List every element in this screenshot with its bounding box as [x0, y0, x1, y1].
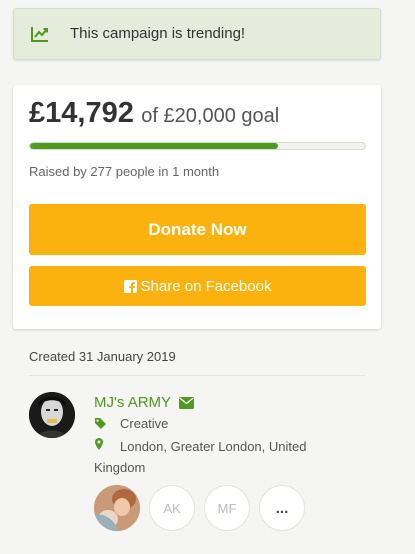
- organizer-avatar[interactable]: [29, 392, 75, 438]
- supporter-avatar[interactable]: MF: [204, 485, 250, 531]
- trending-up-icon: [31, 27, 48, 42]
- organizer-name-link[interactable]: MJ's ARMY: [94, 394, 171, 411]
- divider: [29, 375, 365, 376]
- facebook-icon: [123, 279, 137, 293]
- amount-line: £14,792 of £20,000 goal: [29, 97, 279, 130]
- envelope-icon[interactable]: [179, 397, 194, 409]
- trending-text: This campaign is trending!: [70, 25, 246, 42]
- created-date: Created 31 January 2019: [29, 349, 176, 364]
- trending-banner: This campaign is trending!: [13, 8, 381, 60]
- share-facebook-button[interactable]: Share on Facebook: [29, 266, 366, 306]
- donation-card: £14,792 of £20,000 goal Raised by 277 pe…: [13, 85, 381, 329]
- category-label: Creative: [120, 416, 169, 431]
- supporter-photo-image: [94, 485, 140, 531]
- more-supporters-button[interactable]: ...: [259, 485, 305, 531]
- progress-fill: [30, 143, 278, 149]
- organizer-avatar-image: [29, 392, 75, 438]
- supporter-avatar-photo[interactable]: [94, 485, 140, 531]
- raised-by-text: Raised by 277 people in 1 month: [29, 164, 220, 179]
- share-facebook-label: Share on Facebook: [140, 277, 272, 295]
- supporter-avatar[interactable]: AK: [149, 485, 195, 531]
- location-text: London, Greater London, United Kingdom: [94, 439, 307, 475]
- donate-now-button[interactable]: Donate Now: [29, 204, 366, 255]
- goal-text: of £20,000 goal: [141, 105, 280, 127]
- progress-bar: [29, 142, 366, 150]
- tag-icon: [95, 418, 106, 429]
- amount-raised: £14,792: [29, 97, 134, 129]
